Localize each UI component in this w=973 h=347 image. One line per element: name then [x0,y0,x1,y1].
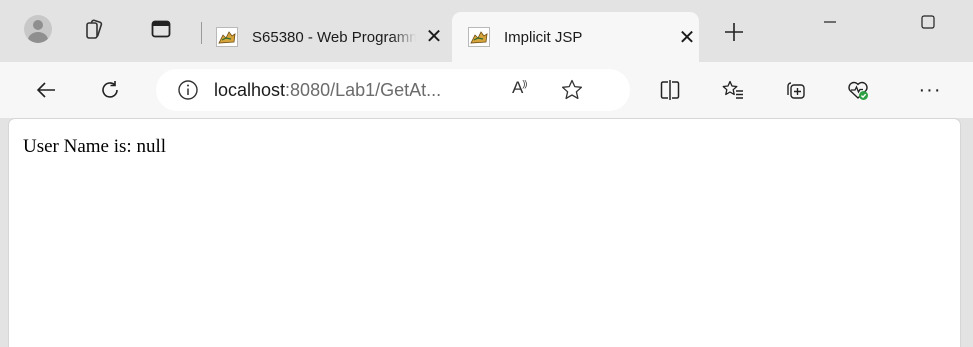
favorites-button[interactable] [715,72,751,108]
address-bar[interactable]: localhost:8080/Lab1/GetAt... A)) [156,69,630,111]
refresh-button[interactable] [92,72,128,108]
split-screen-button[interactable] [652,72,688,108]
vertical-tabs-icon [151,20,171,38]
tab-close-button[interactable]: ✕ [422,27,446,47]
new-tab-button[interactable] [716,14,752,50]
plus-icon [725,23,743,41]
tomcat-icon [216,27,238,47]
refresh-icon [102,81,118,98]
tab-strip: S65380 - Web Programming ✕ Implicit JSP … [0,0,973,62]
minimize-icon [824,21,836,23]
back-button[interactable] [28,72,64,108]
workspaces-icon [86,19,103,39]
page-viewport: User Name is: null [8,118,961,347]
tab-strip-divider [201,22,202,44]
favorites-icon [722,80,743,99]
profile-avatar-icon [24,15,52,43]
url-text[interactable]: localhost:8080/Lab1/GetAt... [214,80,441,101]
workspaces-button[interactable] [78,13,110,45]
tab-title: S65380 - Web Programming [252,28,416,46]
back-arrow-icon [36,82,55,98]
more-button[interactable]: ··· [912,72,948,108]
read-aloud-icon[interactable]: A)) [512,78,527,98]
info-icon[interactable] [177,79,199,101]
url-path: :8080/Lab1/GetAt... [285,79,442,100]
user-name-text: User Name is: null [23,136,167,157]
browser-toolbar: localhost:8080/Lab1/GetAt... A)) ··· [0,62,973,118]
tab-implicit-jsp[interactable]: Implicit JSP ✕ [452,12,699,62]
tab-close-button[interactable]: ✕ [675,28,699,48]
collections-icon [787,82,805,99]
browser-essentials-icon [848,81,868,100]
tomcat-icon [468,27,490,47]
url-host: localhost [214,79,286,100]
profile-button[interactable] [22,13,54,45]
maximize-icon [921,15,935,29]
minimize-button[interactable] [800,0,860,44]
tab-web-programming[interactable]: S65380 - Web Programming ✕ [206,12,452,62]
tab-title: Implicit JSP [504,28,583,46]
browser-essentials-button[interactable] [840,72,876,108]
favorite-star-icon[interactable] [560,78,584,102]
maximize-button[interactable] [898,0,958,44]
split-screen-icon [660,80,680,100]
read-aloud-letter: A [512,78,523,97]
collections-button[interactable] [778,72,814,108]
tab-actions-button[interactable] [145,13,177,45]
